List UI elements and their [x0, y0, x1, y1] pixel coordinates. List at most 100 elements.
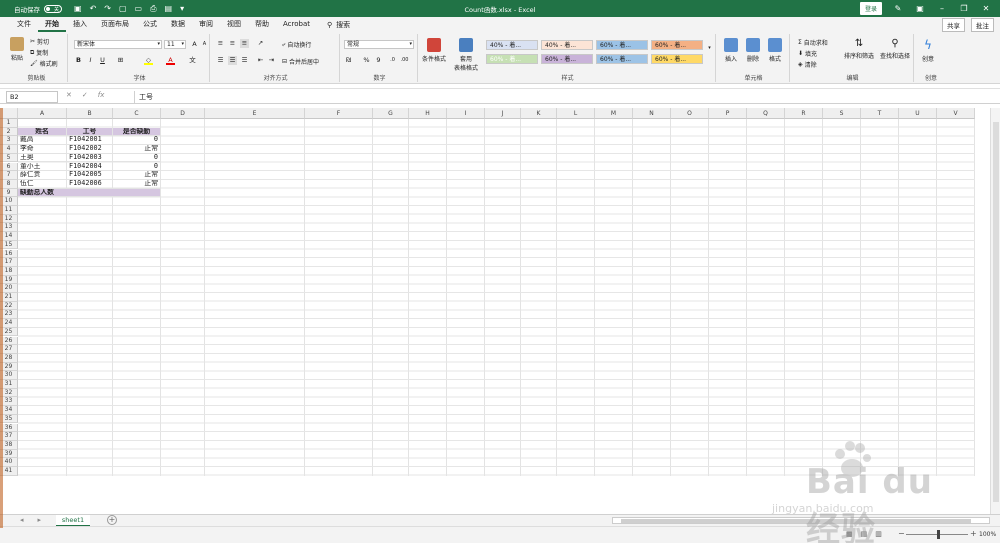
add-sheet-icon[interactable]: + [107, 515, 117, 525]
tab-acrobat[interactable]: Acrobat [276, 17, 317, 32]
cell-style-40-accent2[interactable]: 40% - 着... [541, 40, 593, 50]
minimize-icon[interactable]: – [936, 4, 948, 13]
delete-cells-button[interactable]: 删除 [746, 38, 760, 63]
table-cell[interactable]: F1042001 [67, 136, 113, 146]
zoom-level[interactable]: 100% [979, 531, 996, 538]
phonetic-icon[interactable]: 文 [188, 56, 197, 65]
undo-icon[interactable]: ↶ [90, 4, 97, 14]
tab-page-layout[interactable]: 页面布局 [94, 17, 136, 32]
align-middle-icon[interactable]: ≡ [228, 39, 237, 48]
save-icon[interactable]: ▣ [74, 4, 82, 14]
column-header[interactable]: F [305, 108, 373, 119]
cut-button[interactable]: ✂ 剪切 [30, 37, 49, 46]
ribbon-display-icon[interactable]: ▣ [914, 4, 926, 13]
table-cell[interactable]: 伍仁 [18, 179, 67, 189]
column-header[interactable]: L [557, 108, 595, 119]
column-header[interactable]: A [18, 108, 67, 119]
comma-icon[interactable]: 9 [374, 56, 383, 65]
new-file-icon[interactable]: ▢ [119, 4, 127, 14]
cell-style-60-accent3[interactable]: 60% - 着... [651, 54, 703, 64]
table-header-cell[interactable]: 姓名 [18, 127, 67, 137]
table-cell[interactable]: 正常 [113, 145, 161, 154]
merge-center-button[interactable]: ⊟ 合并后居中 [282, 57, 319, 66]
format-painter-button[interactable]: 🖌 格式刷 [30, 59, 58, 68]
format-cells-button[interactable]: 格式 [768, 38, 782, 63]
table-cell[interactable]: F1042002 [67, 145, 113, 154]
share-button[interactable]: 共享 [942, 18, 965, 32]
table-cell[interactable]: F1042004 [67, 162, 113, 172]
search-box[interactable]: ⚲ 搜索 [327, 20, 350, 30]
column-header[interactable]: O [671, 108, 709, 119]
autosave-toggle[interactable]: 关 [44, 4, 62, 13]
column-header[interactable]: D [161, 108, 205, 119]
wrap-text-button[interactable]: ⤶ 自动换行 [282, 40, 311, 50]
vertical-scroll-thumb[interactable] [993, 122, 999, 502]
cell-style-60-accent6[interactable]: 60% - 着... [486, 54, 538, 64]
decrease-indent-icon[interactable]: ⇤ [256, 56, 265, 65]
styles-scroll-icon[interactable]: ▾ [705, 44, 714, 53]
function-icon[interactable]: fx [98, 91, 105, 99]
redo-icon[interactable]: ↷ [104, 4, 111, 14]
cancel-icon[interactable]: ✕ [66, 91, 72, 99]
column-header[interactable]: T [861, 108, 899, 119]
comments-button[interactable]: 批注 [971, 18, 994, 32]
login-button[interactable]: 登录 [859, 2, 882, 15]
align-left-icon[interactable]: ☰ [216, 56, 225, 65]
align-center-icon[interactable]: ☰ [228, 56, 237, 65]
find-select-button[interactable]: ⚲ 查找和选择 [880, 38, 910, 60]
orientation-icon[interactable]: ↗ [256, 39, 265, 48]
fill-color-icon[interactable]: ◇ [144, 56, 153, 65]
increase-indent-icon[interactable]: ⇥ [267, 56, 276, 65]
underline-icon[interactable]: U [98, 56, 107, 65]
table-header-cell[interactable]: 是否缺勤 [113, 127, 161, 137]
font-size-select[interactable]: 11 [164, 40, 186, 49]
percent-icon[interactable]: % [362, 56, 371, 65]
cell-style-60-accent1[interactable]: 60% - 着... [596, 40, 648, 50]
ideas-button[interactable]: ϟ 创意 [922, 38, 934, 63]
clear-button[interactable]: ◈ 清除 [798, 60, 817, 69]
tab-home[interactable]: 开始 [38, 17, 66, 32]
vertical-scrollbar[interactable] [990, 108, 1000, 514]
close-icon[interactable]: ✕ [980, 4, 992, 13]
table-cell[interactable]: 正常 [113, 179, 161, 189]
column-header[interactable]: C [113, 108, 161, 119]
restore-icon[interactable]: ❐ [958, 4, 970, 13]
tab-view[interactable]: 视图 [220, 17, 248, 32]
tab-file[interactable]: 文件 [10, 17, 38, 32]
accounting-icon[interactable]: ₪ [344, 56, 353, 65]
table-cell[interactable]: 李奇 [18, 145, 67, 154]
print-icon[interactable]: ⎙ [150, 4, 156, 14]
italic-icon[interactable]: I [86, 56, 95, 65]
decrease-decimal-icon[interactable]: .00 [400, 56, 409, 65]
table-cell[interactable]: 董小王 [18, 162, 67, 172]
table-cell[interactable]: 0 [113, 162, 161, 172]
fill-button[interactable]: ⬇ 填充 [798, 49, 817, 58]
tab-review[interactable]: 审阅 [192, 17, 220, 32]
next-sheet-icon[interactable]: ▸ [38, 516, 42, 524]
increase-decimal-icon[interactable]: .0 [388, 56, 397, 65]
zoom-in-icon[interactable]: + [970, 529, 977, 538]
shrink-font-icon[interactable]: A [200, 40, 209, 49]
name-box[interactable]: B2 [6, 91, 58, 103]
column-header[interactable]: K [521, 108, 557, 119]
table-cell[interactable]: F1042006 [67, 179, 113, 189]
column-header[interactable]: V [937, 108, 975, 119]
table-cell[interactable]: 0 [113, 136, 161, 146]
pen-icon[interactable]: ✎ [892, 4, 904, 13]
column-header[interactable]: E [205, 108, 305, 119]
table-format-button[interactable]: 套用 表格格式 [454, 38, 478, 72]
cell-style-60-accent2[interactable]: 60% - 着... [651, 40, 703, 50]
align-right-icon[interactable]: ☰ [240, 56, 249, 65]
copy-button[interactable]: ⧉ 复制 [30, 48, 48, 58]
column-header[interactable]: I [447, 108, 485, 119]
font-name-select[interactable]: 新宋体 [74, 40, 162, 49]
tab-data[interactable]: 数据 [164, 17, 192, 32]
column-header[interactable]: N [633, 108, 671, 119]
formula-input[interactable]: 工号 [134, 91, 990, 103]
column-header[interactable]: R [785, 108, 823, 119]
cell-style-60-accent5[interactable]: 60% - 着... [596, 54, 648, 64]
table-cell[interactable]: 薛仁贵 [18, 171, 67, 180]
table-header-cell[interactable]: 工号 [67, 127, 113, 137]
align-top-icon[interactable]: ≡ [216, 39, 225, 48]
tab-insert[interactable]: 插入 [66, 17, 94, 32]
